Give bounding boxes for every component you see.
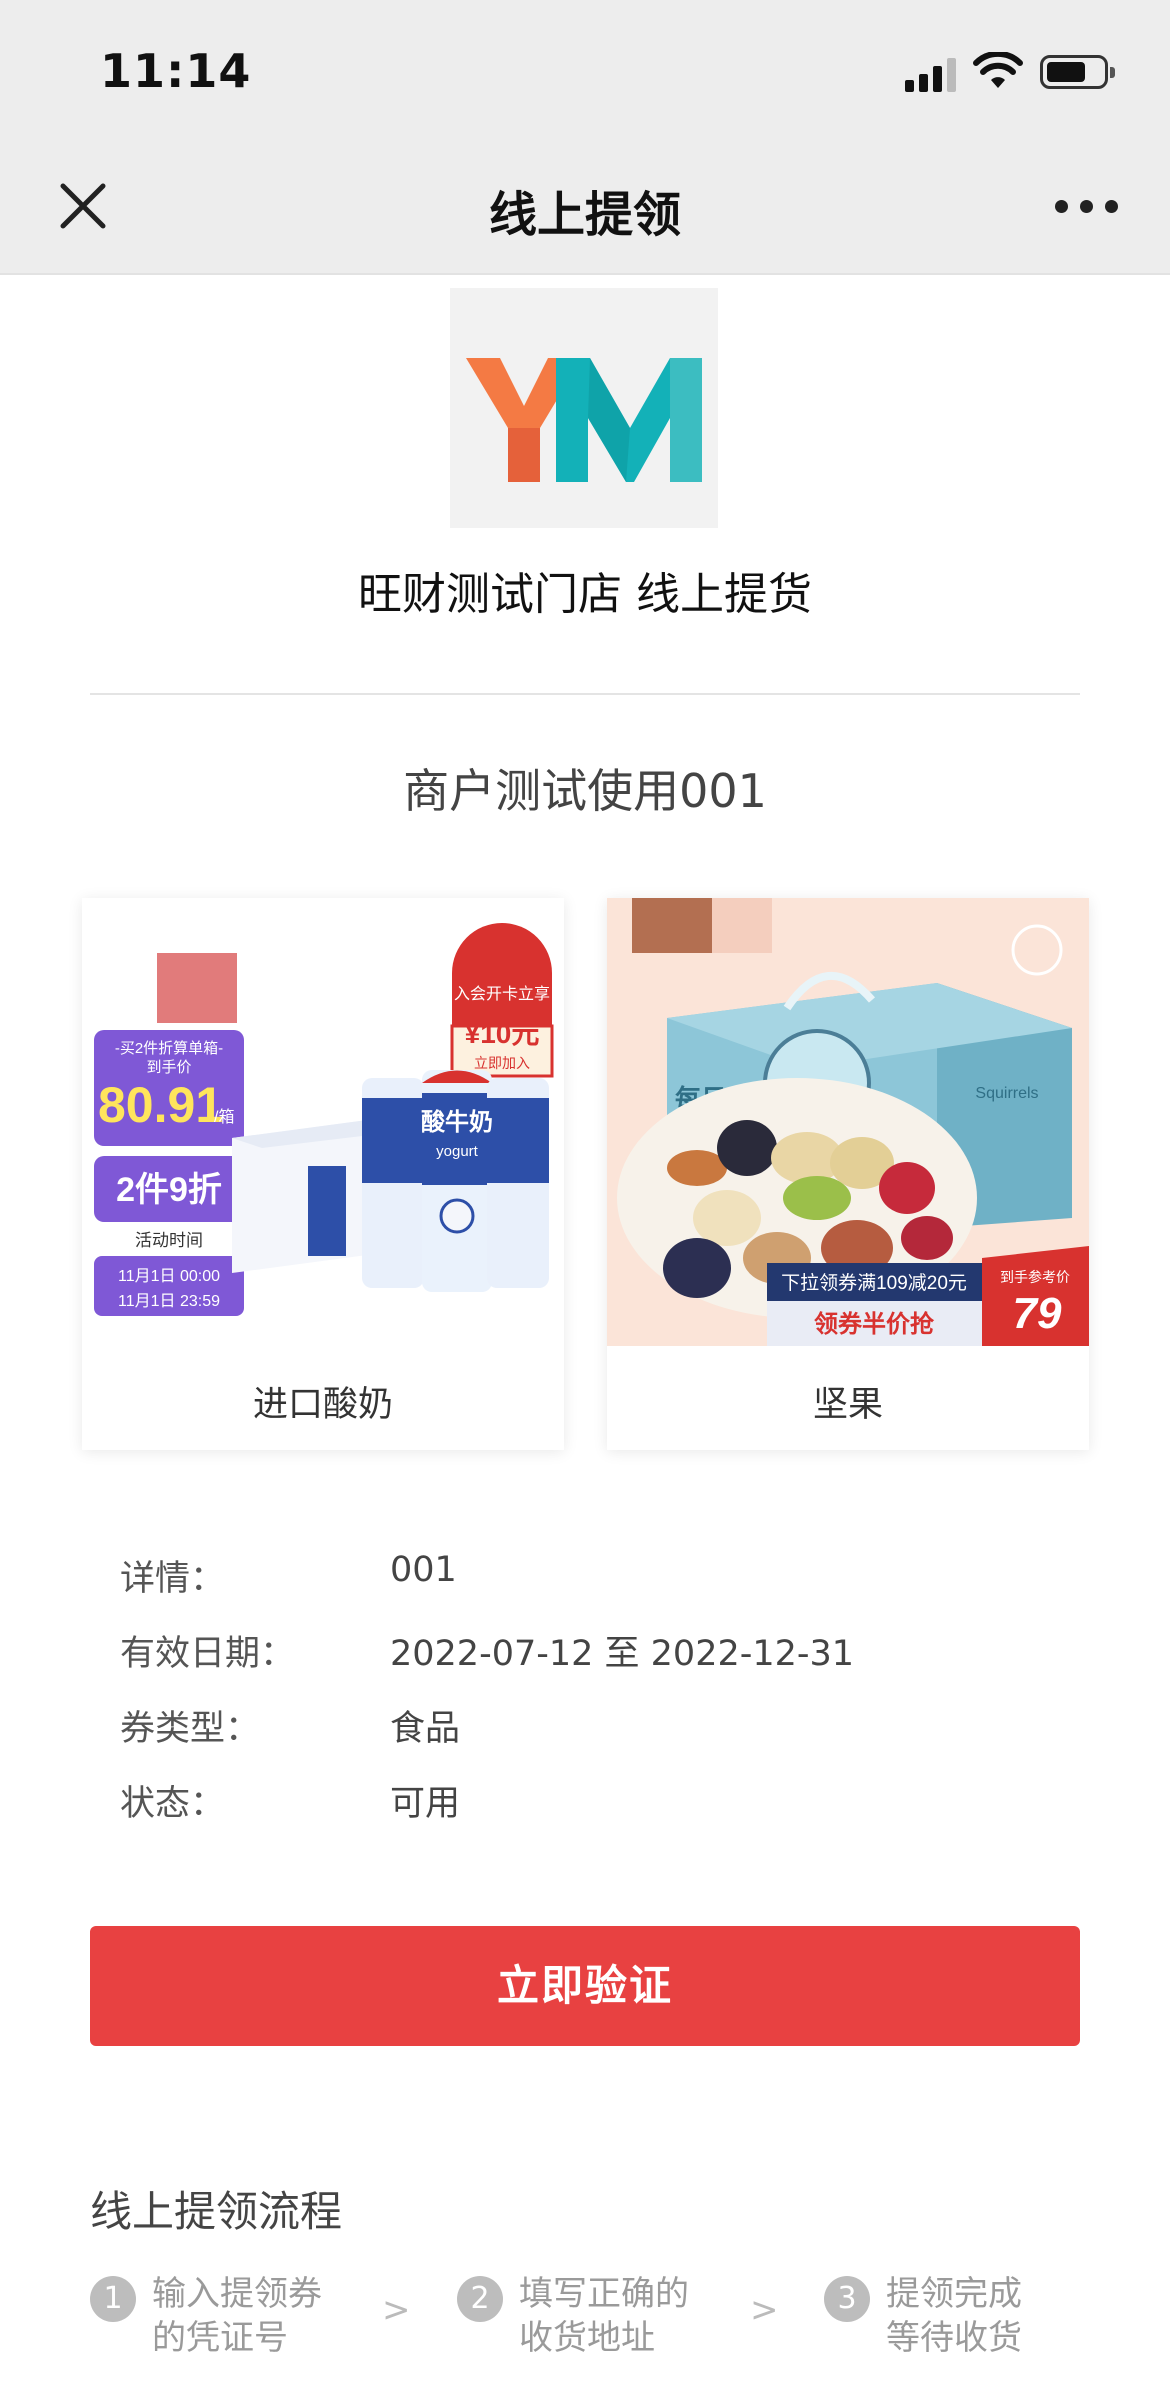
step-arrow: > xyxy=(382,2290,411,2330)
step-number: 1 xyxy=(90,2276,136,2322)
promo-tag-sub: 到手价 xyxy=(146,1059,191,1076)
promo-price: 80.91 xyxy=(98,1077,223,1133)
nuts-banner1: 下拉领券满109减20元 xyxy=(781,1272,967,1294)
detail-row: 详情： 001 xyxy=(120,1550,1080,1600)
validity-key: 有效日期： xyxy=(120,1634,296,1674)
box-brand: Squirrels xyxy=(975,1085,1038,1102)
nuts-price-tag: 到手参考价 xyxy=(1000,1269,1070,1285)
validity-value: 2022-07-12 至 2022-12-31 xyxy=(390,1634,855,1674)
detail-value: 001 xyxy=(390,1550,457,1590)
detail-key: 详情： xyxy=(120,1559,226,1599)
signal-icon xyxy=(905,56,957,92)
product-card-yogurt[interactable]: 入会开卡立享 ¥10元 立即加入 -买2件折算单箱- 到手价 80.91 /箱 … xyxy=(82,898,564,1450)
nuts-banner2: 领券半价抢 xyxy=(814,1310,935,1338)
product-label: 进口酸奶 xyxy=(252,1385,393,1425)
merchant-name: 商户测试使用001 xyxy=(403,764,767,818)
step-arrow: > xyxy=(750,2290,779,2330)
carton-sub: yogurt xyxy=(436,1143,479,1160)
product-card-nuts[interactable]: Squirrels 每日坚果 下拉领券满109减20元 领券半价抢 到手参考价 … xyxy=(607,898,1089,1450)
promo-discount: 2件9折 xyxy=(116,1171,222,1209)
status-row: 状态： 可用 xyxy=(120,1775,1080,1825)
promo-tag-top: -买2件折算单箱- xyxy=(115,1039,223,1057)
store-name: 旺财测试门店 线上提货 xyxy=(358,569,812,620)
verify-button[interactable]: 立即验证 xyxy=(90,1926,1080,2046)
step-number: 2 xyxy=(457,2276,503,2322)
step-line2: 收货地址 xyxy=(519,2318,655,2358)
status-key: 状态： xyxy=(120,1784,226,1824)
product-label: 坚果 xyxy=(812,1385,883,1425)
promo-time-title: 活动时间 xyxy=(135,1231,203,1250)
coupon-type-value: 食品 xyxy=(390,1709,461,1749)
step-line2: 等待收货 xyxy=(886,2318,1022,2358)
step-line2: 的凭证号 xyxy=(152,2318,288,2358)
status-value: 可用 xyxy=(390,1784,461,1824)
step-line1: 提领完成 xyxy=(886,2274,1022,2314)
nuts-price: 79 xyxy=(1013,1289,1062,1338)
product-image-yogurt: 入会开卡立享 ¥10元 立即加入 -买2件折算单箱- 到手价 80.91 /箱 … xyxy=(82,898,564,1346)
wifi-icon xyxy=(973,52,1023,88)
validity-row: 有效日期： 2022-07-12 至 2022-12-31 xyxy=(120,1625,1080,1675)
page-title: 线上提领 xyxy=(488,187,681,243)
product-image-nuts: Squirrels 每日坚果 下拉领券满109减20元 领券半价抢 到手参考价 … xyxy=(607,898,1089,1346)
status-time: 11:14 xyxy=(100,44,252,98)
step-line1: 输入提领券 xyxy=(152,2274,322,2314)
step-line1: 填写正确的 xyxy=(519,2274,689,2314)
promo-time-start: 11月1日 00:00 xyxy=(118,1268,220,1285)
member-badge-line2: 入会开卡立享 xyxy=(454,985,550,1003)
coupon-type-key: 券类型： xyxy=(120,1709,261,1749)
coupon-type-row: 券类型： 食品 xyxy=(120,1700,1080,1750)
process-title: 线上提领流程 xyxy=(90,2187,343,2236)
promo-unit: /箱 xyxy=(214,1108,234,1126)
store-logo xyxy=(450,288,718,528)
promo-time-end: 11月1日 23:59 xyxy=(118,1293,220,1310)
top-bar: 11:14 线上提领 xyxy=(0,0,1170,275)
carton-label: 酸牛奶 xyxy=(421,1109,493,1136)
member-badge-join: 立即加入 xyxy=(474,1055,530,1071)
more-icon[interactable] xyxy=(1055,200,1119,214)
member-badge-amount: ¥10元 xyxy=(465,1018,540,1049)
divider xyxy=(90,693,1080,695)
battery-icon xyxy=(1040,55,1115,89)
step-number: 3 xyxy=(824,2276,870,2322)
